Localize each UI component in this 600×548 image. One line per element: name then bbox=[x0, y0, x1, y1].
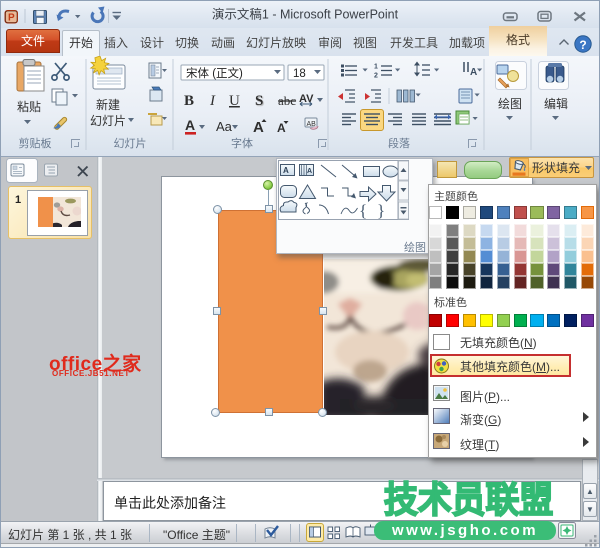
svg-text:A: A bbox=[307, 168, 312, 175]
svg-text:Aa: Aa bbox=[216, 119, 233, 134]
svg-text:U: U bbox=[229, 93, 240, 109]
svg-text:1: 1 bbox=[374, 64, 378, 71]
svg-text:?: ? bbox=[579, 38, 586, 52]
svg-text:A: A bbox=[185, 117, 195, 133]
svg-text:宋体 (正文): 宋体 (正文) bbox=[186, 66, 243, 80]
svg-text:演示文稿1 - Microsoft PowerPoint: 演示文稿1 - Microsoft PowerPoint bbox=[212, 7, 399, 22]
svg-text:新建: 新建 bbox=[96, 97, 120, 112]
svg-text:粘贴: 粘贴 bbox=[17, 99, 41, 114]
svg-text:A: A bbox=[470, 67, 477, 78]
svg-text:绘图: 绘图 bbox=[498, 96, 522, 111]
svg-text:段落: 段落 bbox=[388, 136, 410, 150]
svg-text:{: { bbox=[359, 201, 367, 220]
svg-text:字体: 字体 bbox=[231, 136, 253, 150]
svg-text:A: A bbox=[277, 121, 286, 135]
svg-text:编辑: 编辑 bbox=[544, 96, 568, 111]
svg-text:A: A bbox=[283, 166, 289, 175]
svg-text:幻灯片: 幻灯片 bbox=[90, 114, 126, 128]
svg-text:S: S bbox=[255, 93, 263, 109]
svg-text:P: P bbox=[8, 13, 15, 24]
svg-text:abc: abc bbox=[278, 93, 296, 108]
svg-text:I: I bbox=[209, 93, 216, 109]
svg-text:形状填充: 形状填充 bbox=[532, 160, 580, 175]
svg-text:幻灯片: 幻灯片 bbox=[114, 137, 147, 150]
svg-text:}: } bbox=[377, 201, 385, 220]
svg-text:剪贴板: 剪贴板 bbox=[19, 136, 52, 150]
svg-text:2: 2 bbox=[374, 73, 378, 80]
svg-text:B: B bbox=[184, 93, 194, 109]
svg-text:18: 18 bbox=[293, 68, 306, 80]
